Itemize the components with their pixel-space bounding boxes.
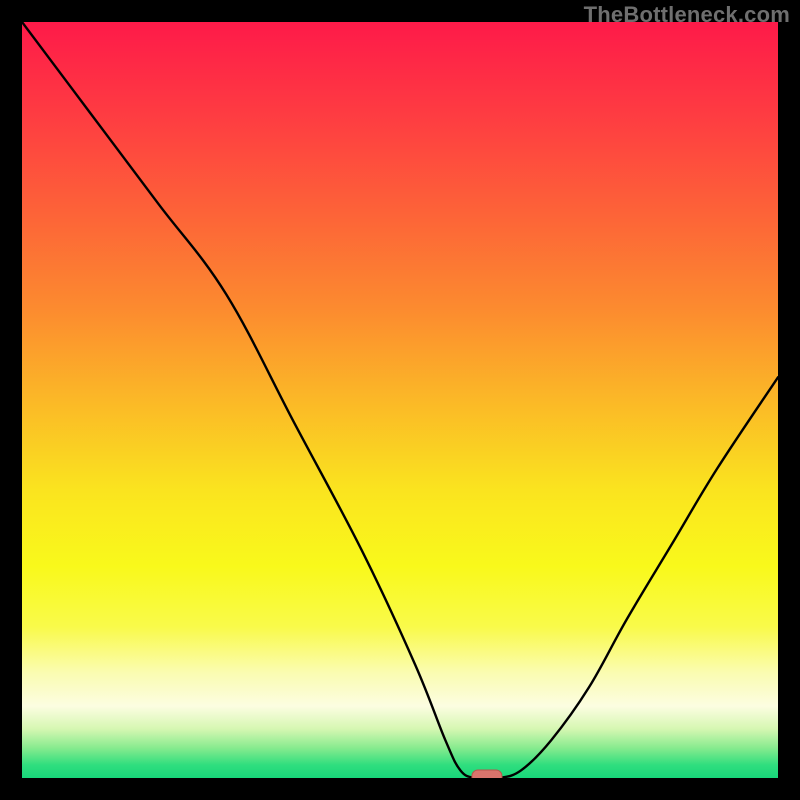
bottleneck-chart [22, 22, 778, 778]
optimal-point-marker [472, 770, 502, 778]
gradient-background [22, 22, 778, 778]
watermark-text: TheBottleneck.com [584, 2, 790, 28]
